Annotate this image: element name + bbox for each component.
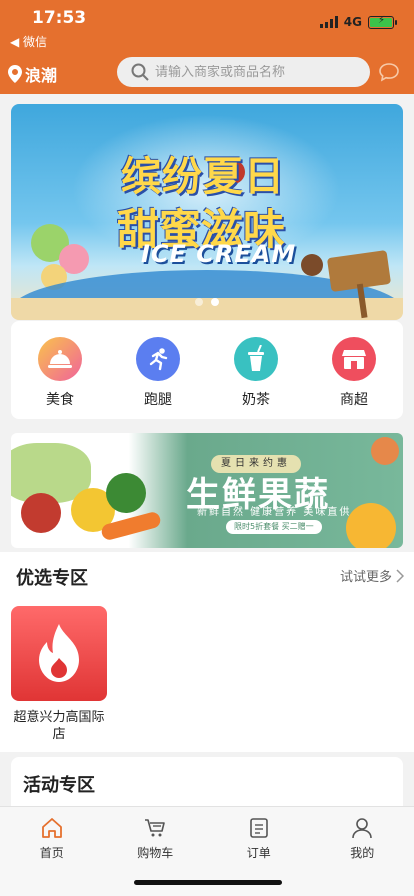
battery-icon: ⚡ [368, 15, 397, 29]
search-input[interactable] [155, 64, 355, 80]
runner-icon [136, 337, 180, 381]
banner-headline-1: 缤纷夏日 [121, 154, 285, 200]
ice-cream-scoop [301, 254, 323, 276]
carousel-dot-active[interactable] [211, 298, 219, 306]
more-link[interactable]: 试试更多 [340, 566, 404, 585]
home-icon [41, 818, 62, 838]
vegetable-image [106, 473, 146, 513]
category-label: 跑腿 [144, 392, 172, 408]
fruit-image [371, 437, 399, 465]
profile-icon [352, 818, 373, 839]
food-cloche-icon [38, 337, 82, 381]
vegetable-image [21, 493, 61, 533]
more-label: 试试更多 [339, 570, 392, 585]
location-label: 浪潮 [25, 66, 58, 85]
banner-english-title: ICE CREAM [141, 240, 297, 268]
message-icon[interactable] [378, 62, 400, 82]
section-title: 活动专区 [23, 775, 95, 796]
category-milk-tea[interactable]: 奶茶 [216, 337, 296, 419]
category-food[interactable]: 美食 [20, 337, 100, 419]
carousel-dot[interactable] [195, 298, 203, 306]
search-bar[interactable] [117, 57, 370, 87]
location-pin-icon [8, 65, 22, 83]
network-type: 4G [343, 15, 362, 29]
signal-icon [319, 16, 338, 28]
category-label: 商超 [340, 392, 368, 408]
search-icon [131, 63, 149, 81]
home-indicator [134, 880, 282, 885]
category-label: 奶茶 [242, 392, 270, 408]
drink-cup-icon [234, 337, 278, 381]
shop-card[interactable]: 超意兴力高国际店 [11, 606, 107, 743]
category-errand[interactable]: 跑腿 [118, 337, 198, 419]
shop-name: 超意兴力高国际店 [13, 710, 105, 742]
app-header: 17:53 ◀ 微信 4G ⚡ 浪潮 [0, 0, 414, 94]
promo-tag: 限时5折套餐 买二赠一 [226, 520, 322, 534]
category-label: 美食 [46, 392, 74, 408]
fresh-produce-banner[interactable]: 夏日来约惠 生鲜果蔬 新鲜自然 健康营养 美味直供 限时5折套餐 买二赠一 [11, 433, 403, 548]
tab-label: 我的 [350, 846, 375, 860]
wooden-sign [326, 249, 392, 293]
tab-profile[interactable]: 我的 [311, 807, 414, 896]
preferred-section: 优选专区 试试更多 超意兴力高国际店 [0, 552, 414, 752]
shop-logo [11, 606, 107, 701]
status-indicators: 4G ⚡ [319, 15, 397, 29]
category-grid: 美食 跑腿 奶茶 商超 [11, 321, 403, 419]
store-icon [332, 337, 376, 381]
chevron-right-icon [396, 568, 404, 583]
section-title: 优选专区 [16, 568, 88, 589]
order-list-icon [249, 818, 268, 838]
location-selector[interactable]: 浪潮 [8, 62, 57, 86]
carousel-indicator [195, 298, 219, 306]
flame-icon [39, 623, 79, 682]
tab-label: 首页 [39, 846, 64, 860]
promo-subtitle: 新鲜自然 健康营养 美味直供 [197, 507, 352, 518]
status-time: 17:53 [32, 8, 87, 28]
fruit-image [346, 503, 396, 548]
tab-label: 购物车 [137, 846, 174, 860]
tab-home[interactable]: 首页 [0, 807, 104, 896]
back-to-wechat-link[interactable]: ◀ 微信 [10, 33, 47, 50]
category-supermarket[interactable]: 商超 [314, 337, 394, 419]
banner-carousel[interactable]: 缤纷夏日 甜蜜滋味 ICE CREAM [11, 104, 403, 320]
cart-icon [145, 819, 166, 837]
tab-label: 订单 [246, 846, 271, 860]
